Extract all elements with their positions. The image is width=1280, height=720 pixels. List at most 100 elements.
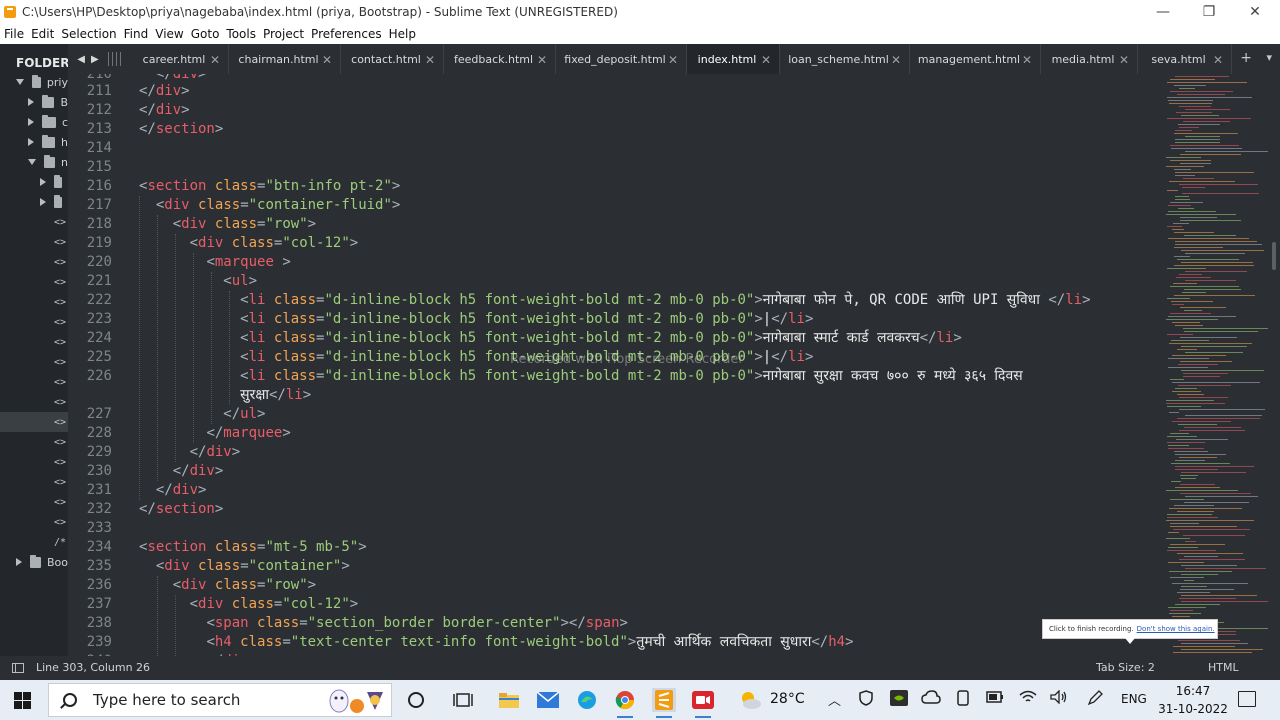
code-line[interactable]: 232 </section> — [68, 500, 1160, 519]
notification-icon[interactable] — [1238, 691, 1256, 707]
sidebar-file-item[interactable]: <> — [0, 452, 68, 472]
tab-feedback[interactable]: feedback.html ✕ — [444, 44, 556, 74]
close-tab-icon[interactable]: ✕ — [891, 53, 901, 67]
chevron-right-icon[interactable] — [40, 198, 46, 206]
tab-management[interactable]: management.html ✕ — [910, 44, 1041, 74]
code-line[interactable]: 236 <div class="row"> — [68, 576, 1160, 595]
minimap[interactable] — [1160, 74, 1280, 656]
sidebar-folder-item[interactable]: priy — [0, 72, 68, 92]
close-tab-icon[interactable]: ✕ — [322, 53, 332, 67]
weather-icon[interactable] — [738, 688, 762, 712]
clock-date[interactable]: 31-10-2022 — [1158, 702, 1228, 716]
sidebar-folder-item[interactable] — [0, 192, 68, 212]
language-indicator[interactable]: ENG — [1121, 692, 1147, 706]
code-line[interactable]: 219 <div class="col-12"> — [68, 234, 1160, 253]
chevron-right-icon[interactable] — [40, 178, 46, 186]
menu-edit[interactable]: Edit — [31, 27, 54, 41]
sidebar-folder-item[interactable]: h — [0, 132, 68, 152]
security-shield-icon[interactable] — [858, 690, 874, 710]
wifi-icon[interactable] — [1019, 690, 1037, 708]
tab-next-icon[interactable]: ▶ — [91, 54, 99, 65]
menu-project[interactable]: Project — [263, 27, 304, 41]
code-line[interactable]: 212 </div> — [68, 101, 1160, 120]
tab-menu-chevron-down-icon[interactable]: ▾ — [1266, 51, 1272, 64]
code-line[interactable]: 217 <div class="container-fluid"> — [68, 196, 1160, 215]
close-tab-icon[interactable]: ✕ — [1022, 53, 1032, 67]
chevron-right-icon[interactable] — [16, 558, 22, 566]
code-line[interactable]: 224 <li class="d-inline-block h5 font-we… — [68, 329, 1160, 348]
code-line[interactable]: 220 <marquee > — [68, 253, 1160, 272]
menu-tools[interactable]: Tools — [226, 27, 256, 41]
nvidia-icon[interactable] — [890, 690, 908, 710]
sidebar-file-item[interactable]: <> — [0, 352, 68, 372]
close-button[interactable]: ✕ — [1232, 0, 1278, 24]
edge-browser-icon[interactable] — [575, 688, 599, 712]
menu-preferences[interactable]: Preferences — [311, 27, 382, 41]
code-line[interactable]: 214 — [68, 139, 1160, 158]
menu-help[interactable]: Help — [389, 27, 416, 41]
mail-icon[interactable] — [536, 688, 560, 712]
chevron-right-icon[interactable] — [28, 118, 34, 126]
close-tab-icon[interactable]: ✕ — [761, 53, 771, 67]
sidebar-folder-item[interactable]: n — [0, 152, 68, 172]
volume-icon[interactable] — [1050, 689, 1068, 708]
sidebar-file-item[interactable]: <> — [0, 292, 68, 312]
code-line[interactable]: 234 <section class="mt-5 mb-5"> — [68, 538, 1160, 557]
taskbar-search[interactable]: Type here to search — [48, 683, 392, 717]
code-line[interactable]: 237 <div class="col-12"> — [68, 595, 1160, 614]
tab-media[interactable]: media.html ✕ — [1041, 44, 1138, 74]
clock-time[interactable]: 16:47 — [1166, 684, 1220, 698]
code-line[interactable]: 239 <h4 class="text-center text-info fon… — [68, 633, 1160, 652]
chrome-browser-icon[interactable] — [613, 688, 637, 718]
tab-nav[interactable]: ◀ ▶ — [68, 44, 108, 74]
panel-toggle-icon[interactable] — [12, 663, 24, 673]
close-tab-icon[interactable]: ✕ — [668, 53, 678, 67]
temperature-text[interactable]: 28°C — [770, 691, 805, 707]
battery-icon[interactable] — [986, 690, 1004, 708]
code-line[interactable]: 229 </div> — [68, 443, 1160, 462]
pen-icon[interactable] — [1087, 690, 1103, 710]
close-tab-icon[interactable]: ✕ — [1213, 53, 1223, 67]
scrollbar-thumb[interactable] — [1272, 242, 1276, 270]
code-line[interactable]: 233 — [68, 519, 1160, 538]
close-tab-icon[interactable]: ✕ — [210, 53, 220, 67]
sidebar-file-item[interactable]: <> — [0, 252, 68, 272]
code-line[interactable]: 216 <section class="btn-info pt-2"> — [68, 177, 1160, 196]
file-explorer-icon[interactable] — [497, 688, 521, 712]
sidebar-file-item[interactable]: <> — [0, 432, 68, 452]
close-tab-icon[interactable]: ✕ — [425, 53, 435, 67]
start-button[interactable] — [14, 692, 31, 709]
sidebar-file-item[interactable]: <> — [0, 232, 68, 252]
task-view-icon[interactable] — [451, 688, 475, 712]
sidebar-file-item[interactable]: <> — [0, 492, 68, 512]
sidebar-file-item[interactable]: <> — [0, 372, 68, 392]
tab-loan-scheme[interactable]: loan_scheme.html ✕ — [780, 44, 910, 74]
tab-size[interactable]: Tab Size: 2 — [1096, 661, 1155, 674]
code-line[interactable]: 238 <span class="section_border border-c… — [68, 614, 1160, 633]
code-line[interactable]: 235 <div class="container"> — [68, 557, 1160, 576]
sidebar-file-item[interactable]: <> — [0, 472, 68, 492]
cortana-icon[interactable] — [404, 688, 428, 712]
tab-career[interactable]: career.html ✕ — [132, 44, 229, 74]
new-tab-icon[interactable]: + — [1240, 50, 1252, 66]
chevron-right-icon[interactable] — [28, 98, 34, 106]
sidebar-folder-item[interactable]: c — [0, 112, 68, 132]
sidebar-folder-item[interactable]: Boo — [0, 552, 68, 572]
sidebar-file-item[interactable]: <> — [0, 412, 68, 432]
tab-chairman[interactable]: chairman.html ✕ — [229, 44, 341, 74]
menu-view[interactable]: View — [155, 27, 183, 41]
tab-index[interactable]: index.html ✕ — [687, 44, 780, 74]
chevron-down-icon[interactable] — [16, 79, 24, 85]
dont-show-again-link[interactable]: Don't show this again. — [1137, 625, 1215, 633]
tab-seva[interactable]: seva.html ✕ — [1138, 44, 1232, 74]
minimize-button[interactable]: — — [1140, 0, 1186, 24]
tab-fixed-deposit[interactable]: fixed_deposit.html ✕ — [556, 44, 687, 74]
code-line[interactable]: 228 </marquee> — [68, 424, 1160, 443]
cloud-sync-icon[interactable] — [921, 690, 941, 710]
close-tab-icon[interactable]: ✕ — [1119, 53, 1129, 67]
sidebar-file-item[interactable]: <> — [0, 312, 68, 332]
code-line[interactable]: 215 — [68, 158, 1160, 177]
code-line[interactable]: 227 </ul> — [68, 405, 1160, 424]
device-icon[interactable] — [955, 690, 971, 710]
code-line[interactable]: 226 <li class="d-inline-block h5 font-we… — [68, 367, 1160, 386]
